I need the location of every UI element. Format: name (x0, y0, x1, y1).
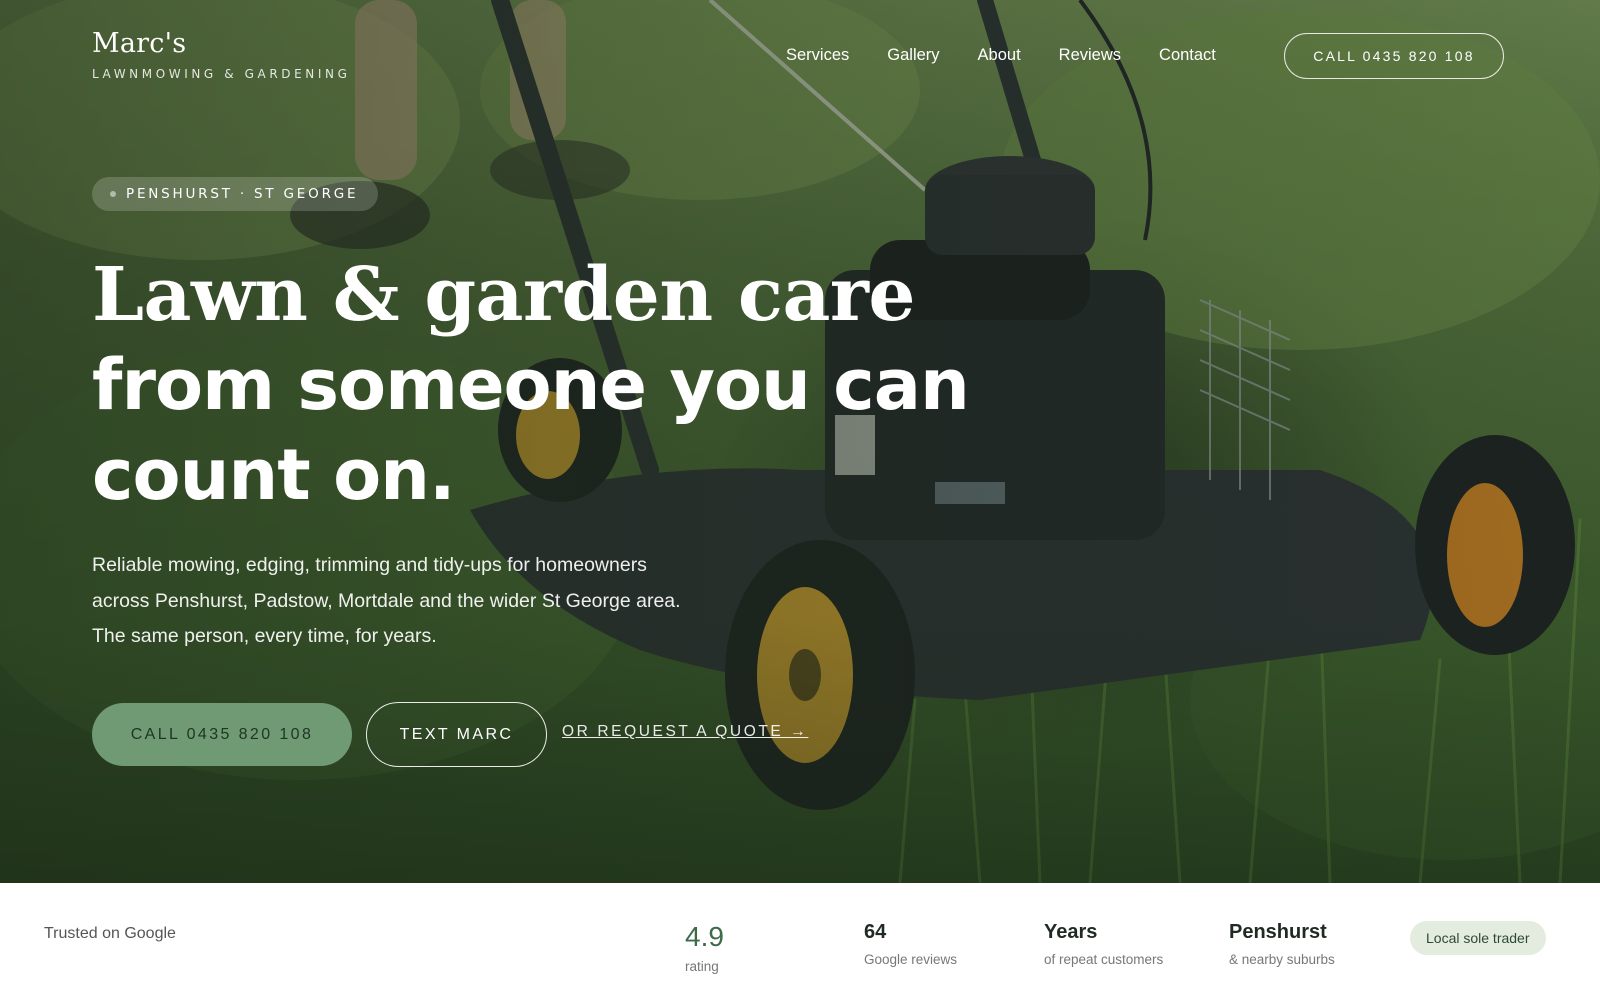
stat-area-caption: & nearby suburbs (1229, 952, 1335, 967)
stat-rating-value: 4.9 (685, 921, 724, 952)
stat-rating-caption: rating (685, 959, 719, 974)
stat-years-value: Years (1044, 921, 1098, 943)
text-marc-button[interactable]: TEXT MARC (366, 702, 547, 767)
nav-link-contact[interactable]: Contact (1159, 46, 1216, 65)
nav-link-reviews[interactable]: Reviews (1059, 46, 1121, 65)
stat-reviews: 64 Google reviews (864, 921, 957, 967)
headline-line-3: count on. (92, 434, 456, 516)
stat-years-caption: of repeat customers (1044, 952, 1164, 967)
stat-years: Years of repeat customers (1044, 921, 1163, 967)
stat-rating: 4.9 rating (685, 921, 724, 974)
trust-bar: Trusted on Google 4.9 rating 64 Google r… (0, 883, 1600, 1000)
nav-link-gallery[interactable]: Gallery (887, 46, 939, 65)
stat-reviews-value: 64 (864, 921, 887, 943)
stat-reviews-caption: Google reviews (864, 952, 958, 967)
hero-description-line-2: across Penshurst, Padstow, Mortdale and … (92, 589, 681, 612)
stat-area: Penshurst & nearby suburbs (1229, 921, 1335, 967)
hero-section: Marc's LAWNMOWING & GARDENING Services G… (0, 0, 1600, 883)
brand-name: Marc's (92, 28, 187, 59)
request-quote-link[interactable]: OR REQUEST A QUOTE → (562, 723, 808, 741)
trusted-on-google-label: Trusted on Google (44, 925, 176, 942)
headline-line-2: from someone you can (92, 344, 970, 426)
main-nav: Services Gallery About Reviews Contact (786, 46, 1254, 65)
hero-description-line-3: The same person, every time, for years. (92, 625, 437, 647)
hero-description: Reliable mowing, edging, trimming and ti… (92, 548, 812, 655)
nav-link-services[interactable]: Services (786, 46, 849, 65)
headline-line-1: Lawn & garden care (92, 252, 915, 338)
hero-description-line-1: Reliable mowing, edging, trimming and ti… (92, 554, 647, 576)
dot-icon (110, 191, 116, 197)
brand-logo[interactable]: Marc's LAWNMOWING & GARDENING (92, 28, 350, 81)
nav-call-button[interactable]: CALL 0435 820 108 (1284, 33, 1504, 79)
hero-headline: Lawn & garden care from someone you can … (92, 250, 970, 520)
brand-tagline: LAWNMOWING & GARDENING (92, 67, 351, 81)
nav-link-about[interactable]: About (978, 46, 1021, 65)
local-sole-trader-badge: Local sole trader (1410, 921, 1546, 955)
stat-area-value: Penshurst (1229, 921, 1327, 943)
hero-call-button[interactable]: CALL 0435 820 108 (92, 703, 352, 766)
location-badge-label: PENSHURST · ST GEORGE (126, 186, 359, 202)
location-badge: PENSHURST · ST GEORGE (92, 177, 379, 211)
